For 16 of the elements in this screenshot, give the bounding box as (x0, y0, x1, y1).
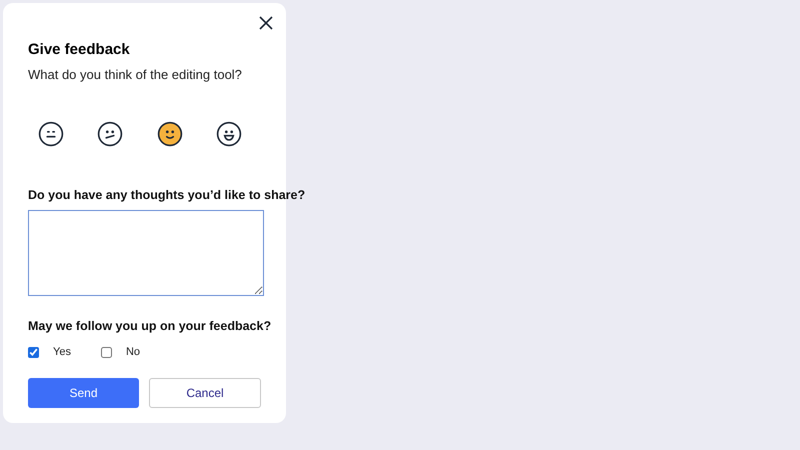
option-label: No (126, 345, 140, 360)
comment-label: Do you have any thoughts you’d like to share? (28, 187, 306, 203)
follow-up-checkbox[interactable] (28, 346, 39, 358)
send-button[interactable]: Send (28, 378, 139, 408)
cancel-button[interactable]: Cancel (149, 378, 261, 408)
smile-face-button[interactable] (156, 121, 183, 147)
dialog-title: Give feedback (28, 41, 131, 59)
neutral-face-button[interactable] (38, 121, 64, 147)
follow-up-checkbox[interactable] (100, 346, 112, 358)
question-text: What do you think of the editing tool? (28, 67, 243, 83)
option-label: Yes (53, 345, 71, 360)
close-icon[interactable] (258, 15, 274, 31)
follow-up-label: May we follow you up on your feedback? (28, 318, 272, 334)
grin-face-button[interactable] (216, 121, 242, 147)
comment-field[interactable] (28, 210, 264, 296)
confused-face-button[interactable] (97, 121, 124, 147)
